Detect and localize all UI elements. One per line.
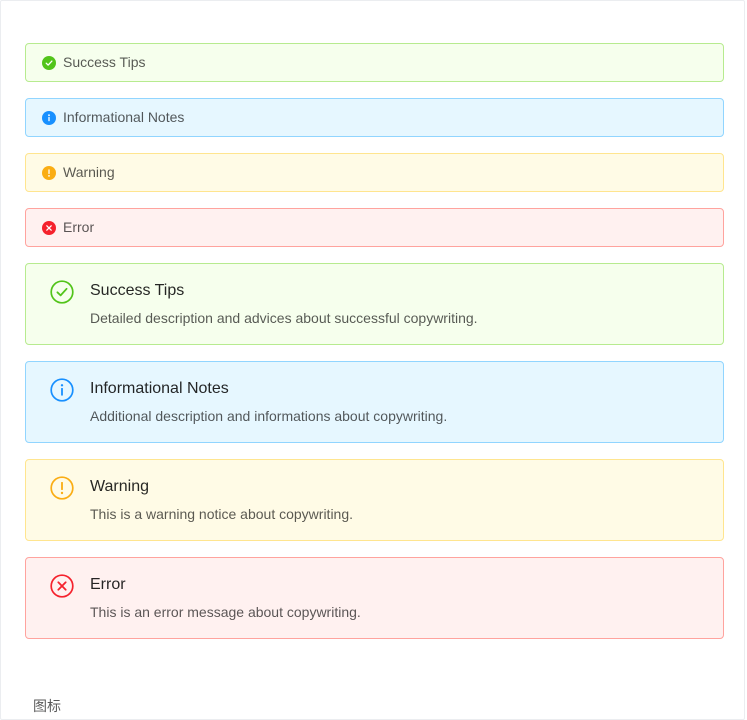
alert-title: Success Tips xyxy=(90,282,185,299)
alert-description: This is a warning notice about copywriti… xyxy=(90,506,354,522)
exclamation-circle-outline-icon xyxy=(50,476,74,500)
info-circle-outline-icon xyxy=(50,378,74,402)
alert-title: Error xyxy=(90,576,126,593)
alert-description: This is an error message about copywriti… xyxy=(90,604,361,620)
exclamation-circle-filled-icon xyxy=(42,166,56,180)
info-circle-filled-icon xyxy=(42,111,56,125)
alert-description: Additional description and informations … xyxy=(90,408,448,424)
close-circle-outline-icon xyxy=(50,574,74,598)
alert-title: Informational Notes xyxy=(90,380,229,397)
close-circle-filled-icon xyxy=(42,221,56,235)
alert-error-detailed: Error This is an error message about cop… xyxy=(25,557,724,639)
alert-description: Detailed description and advices about s… xyxy=(90,310,478,326)
alert-success-detailed: Success Tips Detailed description and ad… xyxy=(25,263,724,345)
alert-stack: Success Tips Informational Notes Warning… xyxy=(25,43,724,655)
alert-message: Informational Notes xyxy=(63,109,185,125)
section-label: 图标 xyxy=(33,699,61,715)
alert-warning-detailed: Warning This is a warning notice about c… xyxy=(25,459,724,541)
alert-message: Success Tips xyxy=(63,54,146,70)
check-circle-filled-icon xyxy=(42,56,56,70)
alert-message: Error xyxy=(63,219,95,235)
alert-warning-compact: Warning xyxy=(25,153,724,192)
alert-message: Warning xyxy=(63,164,115,180)
alert-info-compact: Informational Notes xyxy=(25,98,724,137)
check-circle-outline-icon xyxy=(50,280,74,304)
alert-info-detailed: Informational Notes Additional descripti… xyxy=(25,361,724,443)
alert-title: Warning xyxy=(90,478,149,495)
alert-error-compact: Error xyxy=(25,208,724,247)
alert-success-compact: Success Tips xyxy=(25,43,724,82)
